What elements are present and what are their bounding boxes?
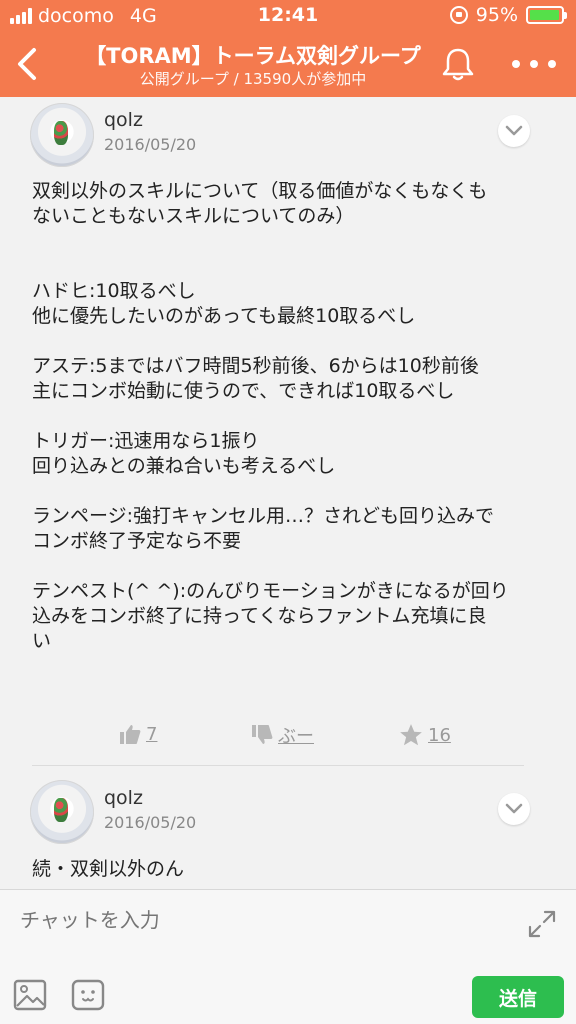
- chevron-down-icon: [505, 125, 523, 136]
- star-count: 16: [428, 724, 451, 746]
- expand-button[interactable]: [526, 908, 558, 940]
- star-button[interactable]: 16: [398, 722, 451, 748]
- more-dots-icon: [512, 60, 520, 68]
- like-count: 7: [146, 723, 158, 745]
- avatar[interactable]: [30, 780, 94, 844]
- emoji-icon: [71, 979, 105, 1011]
- back-button[interactable]: [10, 42, 50, 86]
- notification-button[interactable]: [438, 44, 478, 84]
- post-divider: [32, 765, 524, 766]
- post-username[interactable]: qolz: [104, 109, 143, 131]
- top-bar: docomo 4G 12:41 95% 【TORAM】トーラム双剣グループ 公開…: [0, 0, 576, 97]
- chat-composer: 送信: [0, 889, 576, 1024]
- post-body: 双剣以外のスキルについて（取る価値がなくもなくも ないこともないスキルについての…: [32, 180, 509, 652]
- status-bar: docomo 4G 12:41 95%: [0, 0, 576, 32]
- battery-fill: [530, 10, 559, 20]
- chat-timeline[interactable]: qolz 2016/05/20 双剣以外のスキルについて（取る価値がなくもなくも…: [0, 97, 576, 889]
- like-button[interactable]: 7: [118, 722, 157, 746]
- avatar[interactable]: [30, 103, 94, 167]
- orientation-lock-icon: [449, 6, 468, 24]
- post-options-button[interactable]: [498, 793, 530, 825]
- send-button[interactable]: 送信: [472, 976, 564, 1018]
- post-options-button[interactable]: [498, 115, 530, 147]
- chevron-down-icon: [505, 803, 523, 814]
- post-date: 2016/05/20: [104, 135, 197, 154]
- post-username[interactable]: qolz: [104, 787, 143, 809]
- expand-icon: [528, 910, 556, 938]
- bell-icon: [442, 48, 474, 81]
- post-date: 2016/05/20: [104, 813, 197, 832]
- thumbs-down-icon: [252, 725, 273, 744]
- chevron-left-icon: [18, 48, 36, 80]
- thumbs-up-icon: [120, 725, 141, 744]
- battery-icon: [526, 6, 567, 24]
- post-actions: 7 ぶー 16: [0, 722, 576, 752]
- emoji-button[interactable]: [70, 978, 106, 1012]
- more-button[interactable]: [512, 52, 556, 76]
- image-button[interactable]: [12, 978, 48, 1012]
- group-subtitle: 公開グループ / 13590人が参加中: [139, 70, 367, 88]
- group-title: 【TORAM】トーラム双剣グループ: [85, 44, 421, 68]
- post-body: 続・双剣以外のん: [32, 858, 185, 880]
- dislike-label: ぶー: [278, 726, 314, 747]
- image-icon: [13, 979, 47, 1011]
- dislike-button[interactable]: ぶー: [250, 722, 314, 748]
- chat-input[interactable]: [20, 904, 500, 936]
- battery-percent: 95%: [475, 4, 518, 26]
- navigation-bar: 【TORAM】トーラム双剣グループ 公開グループ / 13590人が参加中: [0, 32, 576, 97]
- star-icon: [400, 724, 422, 746]
- status-right: 95%: [449, 4, 567, 26]
